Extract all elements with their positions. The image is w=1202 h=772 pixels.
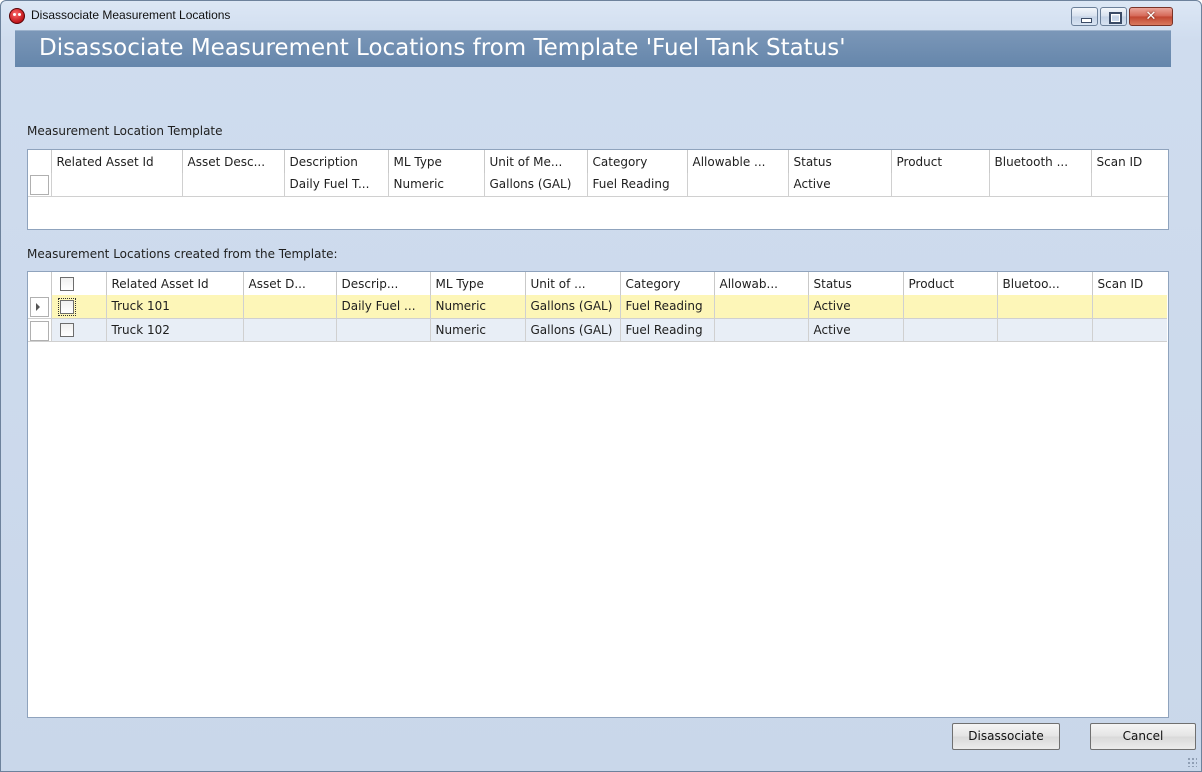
column-header[interactable]: Description bbox=[283, 150, 388, 173]
maximize-button[interactable] bbox=[1100, 7, 1127, 26]
table-cell[interactable]: Active bbox=[807, 318, 903, 342]
table-cell[interactable] bbox=[50, 173, 182, 197]
column-header[interactable]: ML Type bbox=[387, 150, 484, 173]
table-cell[interactable]: Gallons (GAL) bbox=[483, 173, 587, 197]
table-cell[interactable]: Truck 102 bbox=[105, 318, 243, 342]
row-select-cell[interactable] bbox=[50, 318, 106, 342]
table-cell[interactable] bbox=[1091, 318, 1167, 342]
table-cell[interactable] bbox=[902, 295, 997, 319]
table-cell[interactable] bbox=[902, 318, 997, 342]
table-cell[interactable] bbox=[713, 295, 808, 319]
table-cell[interactable]: Fuel Reading bbox=[619, 318, 714, 342]
resize-grip-icon[interactable] bbox=[1187, 757, 1197, 767]
table-cell[interactable] bbox=[242, 295, 336, 319]
column-header[interactable]: Bluetoo... bbox=[996, 272, 1092, 295]
select-all-header[interactable] bbox=[50, 272, 106, 295]
row-header[interactable] bbox=[28, 173, 51, 197]
row-header-corner bbox=[28, 272, 51, 295]
table-cell[interactable] bbox=[335, 318, 430, 342]
table-cell[interactable] bbox=[181, 173, 284, 197]
table-cell[interactable]: Active bbox=[807, 295, 903, 319]
column-header[interactable]: Scan ID bbox=[1090, 150, 1168, 173]
title-bar[interactable]: Disassociate Measurement Locations ✕ bbox=[1, 1, 1201, 31]
locations-grid: Related Asset Id Asset D... Descrip... M… bbox=[27, 271, 1169, 718]
close-icon: ✕ bbox=[1145, 9, 1157, 24]
table-row[interactable]: Truck 102 Numeric Gallons (GAL) Fuel Rea… bbox=[28, 318, 1167, 342]
column-header[interactable]: Unit of Me... bbox=[483, 150, 587, 173]
disassociate-button[interactable]: Disassociate bbox=[952, 723, 1060, 750]
template-grid: Related Asset Id Asset Desc... Descripti… bbox=[27, 149, 1169, 230]
column-header[interactable]: Unit of ... bbox=[524, 272, 620, 295]
template-table: Related Asset Id Asset Desc... Descripti… bbox=[28, 150, 1168, 197]
table-cell[interactable] bbox=[996, 295, 1092, 319]
row-header[interactable] bbox=[28, 318, 51, 342]
table-cell[interactable]: Gallons (GAL) bbox=[524, 318, 620, 342]
column-header[interactable]: Asset Desc... bbox=[181, 150, 284, 173]
row-header[interactable] bbox=[28, 295, 51, 319]
column-header[interactable]: Allowab... bbox=[713, 272, 808, 295]
row-checkbox[interactable] bbox=[59, 322, 74, 337]
column-header[interactable]: Related Asset Id bbox=[105, 272, 243, 295]
column-header[interactable]: ML Type bbox=[429, 272, 525, 295]
column-header[interactable]: Product bbox=[902, 272, 997, 295]
select-all-checkbox[interactable] bbox=[59, 276, 74, 291]
column-header[interactable]: Status bbox=[787, 150, 891, 173]
dialog-window: Disassociate Measurement Locations ✕ Dis… bbox=[0, 0, 1202, 772]
column-header[interactable]: Related Asset Id bbox=[50, 150, 182, 173]
table-cell[interactable]: Fuel Reading bbox=[586, 173, 687, 197]
table-cell[interactable] bbox=[996, 318, 1092, 342]
column-header[interactable]: Scan ID bbox=[1091, 272, 1167, 295]
window-title: Disassociate Measurement Locations bbox=[31, 8, 231, 22]
column-header[interactable]: Asset D... bbox=[242, 272, 336, 295]
column-header[interactable]: Product bbox=[890, 150, 989, 173]
column-header[interactable]: Status bbox=[807, 272, 903, 295]
table-cell[interactable] bbox=[713, 318, 808, 342]
table-cell[interactable] bbox=[1091, 295, 1167, 319]
table-cell[interactable] bbox=[890, 173, 989, 197]
row-select-cell[interactable] bbox=[50, 295, 106, 319]
table-row[interactable]: Truck 101 Daily Fuel ... Numeric Gallons… bbox=[28, 295, 1167, 319]
table-cell[interactable]: Gallons (GAL) bbox=[524, 295, 620, 319]
table-cell[interactable]: Numeric bbox=[387, 173, 484, 197]
template-section-label: Measurement Location Template bbox=[27, 124, 223, 138]
table-cell[interactable]: Active bbox=[787, 173, 891, 197]
table-cell[interactable]: Daily Fuel T... bbox=[283, 173, 388, 197]
minimize-button[interactable] bbox=[1071, 7, 1098, 26]
close-button[interactable]: ✕ bbox=[1129, 7, 1173, 26]
table-cell[interactable]: Truck 101 bbox=[105, 295, 243, 319]
table-cell[interactable]: Fuel Reading bbox=[619, 295, 714, 319]
locations-table: Related Asset Id Asset D... Descrip... M… bbox=[28, 272, 1167, 342]
column-header[interactable]: Allowable ... bbox=[686, 150, 788, 173]
table-cell[interactable] bbox=[242, 318, 336, 342]
template-header-row: Related Asset Id Asset Desc... Descripti… bbox=[28, 150, 1168, 173]
locations-section-label: Measurement Locations created from the T… bbox=[27, 247, 338, 261]
row-checkbox[interactable] bbox=[57, 297, 76, 316]
column-header[interactable]: Category bbox=[586, 150, 687, 173]
locations-header-row: Related Asset Id Asset D... Descrip... M… bbox=[28, 272, 1167, 295]
table-cell[interactable]: Numeric bbox=[429, 295, 525, 319]
table-cell[interactable]: Numeric bbox=[429, 318, 525, 342]
table-cell[interactable] bbox=[686, 173, 788, 197]
column-header[interactable]: Descrip... bbox=[335, 272, 430, 295]
page-title: Disassociate Measurement Locations from … bbox=[15, 30, 1171, 67]
table-cell[interactable]: Daily Fuel ... bbox=[335, 295, 430, 319]
table-cell[interactable] bbox=[988, 173, 1091, 197]
app-icon bbox=[9, 8, 25, 24]
column-header[interactable]: Bluetooth ... bbox=[988, 150, 1091, 173]
table-cell[interactable] bbox=[1090, 173, 1168, 197]
table-row[interactable]: Daily Fuel T... Numeric Gallons (GAL) Fu… bbox=[28, 173, 1168, 197]
row-header-corner bbox=[28, 150, 51, 173]
current-row-indicator-icon bbox=[36, 303, 40, 311]
cancel-button[interactable]: Cancel bbox=[1090, 723, 1196, 750]
column-header[interactable]: Category bbox=[619, 272, 714, 295]
